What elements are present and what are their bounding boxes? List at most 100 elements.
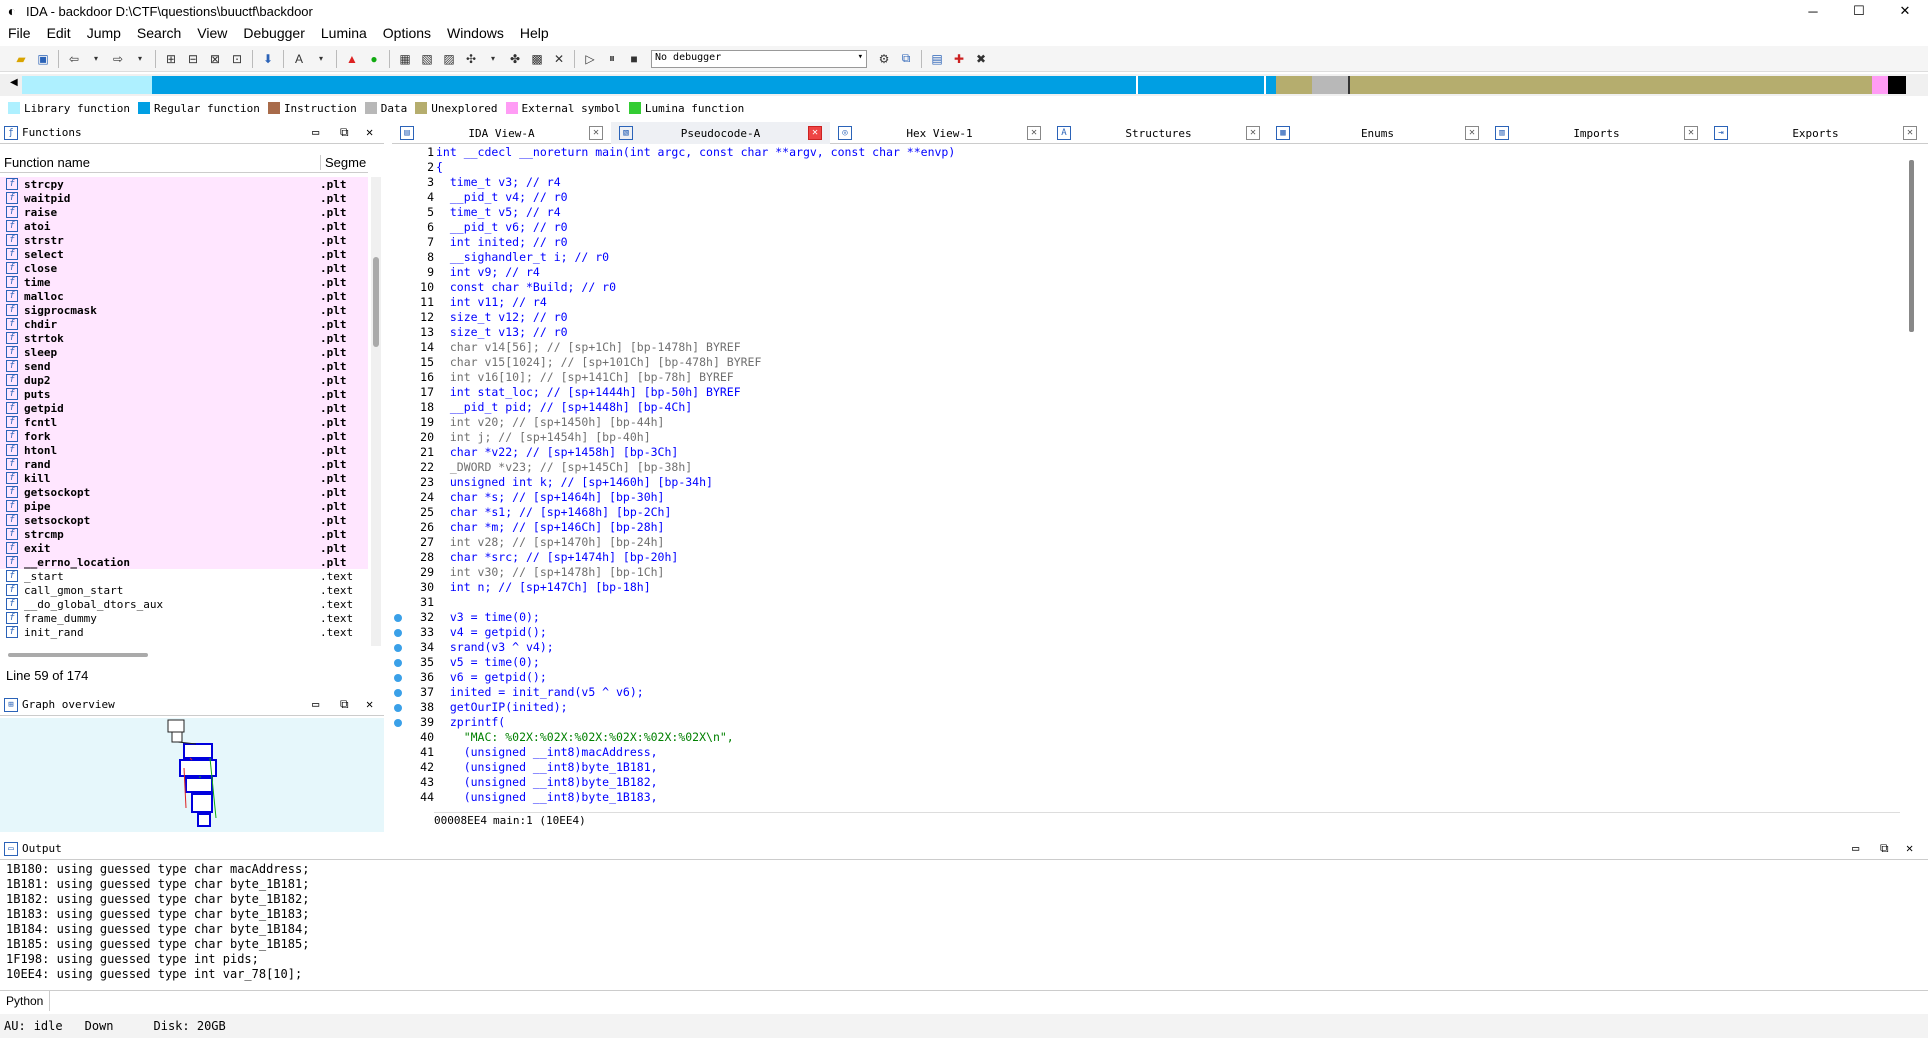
- code-line[interactable]: 1 int __cdecl __noreturn main(int argc, c…: [392, 145, 1900, 160]
- scrollbar-thumb[interactable]: [373, 257, 379, 347]
- tab-exports[interactable]: ⇥ Exports ✕: [1706, 122, 1925, 144]
- tab-ida-view-a[interactable]: ▤ IDA View-A ✕: [392, 122, 611, 144]
- function-row[interactable]: f __errno_location .plt: [0, 555, 368, 569]
- pane-close-icon[interactable]: ✕: [1906, 841, 1913, 855]
- code-line[interactable]: 41 (unsigned __int8)macAddress,: [392, 745, 1900, 760]
- breakpoint-dot-icon[interactable]: [394, 719, 402, 727]
- flowchart-icon[interactable]: ▧: [417, 49, 437, 69]
- function-row[interactable]: f kill .plt: [0, 471, 368, 485]
- menu-file[interactable]: File: [0, 25, 39, 41]
- function-row[interactable]: f dup2 .plt: [0, 373, 368, 387]
- pane-restore-icon[interactable]: ▭: [1852, 841, 1859, 855]
- format-dropdown-icon[interactable]: ▾: [311, 49, 331, 69]
- save-icon[interactable]: ▣: [33, 49, 53, 69]
- code-line[interactable]: 35 v5 = time(0);: [392, 655, 1900, 670]
- pane-restore-icon[interactable]: ▭: [312, 697, 319, 711]
- function-row[interactable]: f send .plt: [0, 359, 368, 373]
- code-line[interactable]: 18 __pid_t pid; // [sp+1448h] [bp-4Ch]: [392, 400, 1900, 415]
- code-line[interactable]: 9 int v9; // r4: [392, 265, 1900, 280]
- function-row[interactable]: f atoi .plt: [0, 219, 368, 233]
- pane-float-icon[interactable]: ⧉: [1880, 841, 1889, 856]
- code-line[interactable]: 37 inited = init_rand(v5 ^ v6);: [392, 685, 1900, 700]
- breakpoint-dot-icon[interactable]: [394, 614, 402, 622]
- breakpoint-dot-icon[interactable]: [394, 674, 402, 682]
- code-line[interactable]: 22 _DWORD *v23; // [sp+145Ch] [bp-38h]: [392, 460, 1900, 475]
- code-line[interactable]: 23 unsigned int k; // [sp+1460h] [bp-34h…: [392, 475, 1900, 490]
- function-row[interactable]: f time .plt: [0, 275, 368, 289]
- language-button[interactable]: Python: [0, 990, 51, 1011]
- breakpoint-dot-icon[interactable]: [394, 704, 402, 712]
- function-row[interactable]: f _start .text: [0, 569, 368, 583]
- tab-close-icon[interactable]: ✕: [589, 126, 603, 140]
- function-row[interactable]: f waitpid .plt: [0, 191, 368, 205]
- code-line[interactable]: 12 size_t v12; // r0: [392, 310, 1900, 325]
- code-line[interactable]: 5 time_t v5; // r4: [392, 205, 1900, 220]
- code-line[interactable]: 14 char v14[56]; // [sp+1Ch] [bp-1478h] …: [392, 340, 1900, 355]
- function-row[interactable]: f malloc .plt: [0, 289, 368, 303]
- maximize-button[interactable]: ☐: [1836, 0, 1882, 22]
- function-row[interactable]: f strcpy .plt: [0, 177, 368, 191]
- code-line[interactable]: 43 (unsigned __int8)byte_1B182,: [392, 775, 1900, 790]
- code-line[interactable]: 27 int v28; // [sp+1470h] [bp-24h]: [392, 535, 1900, 550]
- function-row[interactable]: f strcmp .plt: [0, 527, 368, 541]
- function-row[interactable]: f puts .plt: [0, 387, 368, 401]
- function-row[interactable]: f exit .plt: [0, 541, 368, 555]
- function-row[interactable]: f sigprocmask .plt: [0, 303, 368, 317]
- function-row[interactable]: f getpid .plt: [0, 401, 368, 415]
- tab-close-icon[interactable]: ✕: [808, 126, 822, 140]
- code-line[interactable]: 34 srand(v3 ^ v4);: [392, 640, 1900, 655]
- pane-float-icon[interactable]: ⧉: [340, 125, 349, 140]
- graph-dropdown-icon[interactable]: ▾: [483, 49, 503, 69]
- xrefs-icon[interactable]: ▨: [439, 49, 459, 69]
- debugger-select[interactable]: No debugger ▾: [651, 49, 867, 68]
- forward-arrow-icon[interactable]: ⇨: [108, 49, 128, 69]
- code-line[interactable]: 31: [392, 595, 1900, 610]
- code-line[interactable]: 11 int v11; // r4: [392, 295, 1900, 310]
- code-line[interactable]: 7 int inited; // r0: [392, 235, 1900, 250]
- jump-down-icon[interactable]: ⬇: [258, 49, 278, 69]
- col-segment[interactable]: Segme: [320, 155, 366, 170]
- function-row[interactable]: f __do_global_dtors_aux .text: [0, 597, 368, 611]
- code-line[interactable]: 29 int v30; // [sp+1478h] [bp-1Ch]: [392, 565, 1900, 580]
- code-line[interactable]: 28 char *src; // [sp+1474h] [bp-20h]: [392, 550, 1900, 565]
- tab-hex-view-1[interactable]: ◎ Hex View-1 ✕: [830, 122, 1049, 144]
- pause-process-icon[interactable]: ⏸: [602, 49, 622, 69]
- proximity-icon[interactable]: ✤: [505, 49, 525, 69]
- function-row[interactable]: f frame_dummy .text: [0, 611, 368, 625]
- output-log[interactable]: 1B180: using guessed type char macAddres…: [0, 862, 1910, 986]
- code-line[interactable]: 24 char *s; // [sp+1464h] [bp-30h]: [392, 490, 1900, 505]
- minimize-button[interactable]: ─: [1790, 0, 1836, 22]
- function-row[interactable]: f htonl .plt: [0, 443, 368, 457]
- close-button[interactable]: ✕: [1882, 0, 1928, 22]
- function-row[interactable]: f sleep .plt: [0, 345, 368, 359]
- code-line[interactable]: 25 char *s1; // [sp+1468h] [bp-2Ch]: [392, 505, 1900, 520]
- graph-icon[interactable]: ▦: [395, 49, 415, 69]
- menu-options[interactable]: Options: [375, 25, 439, 41]
- function-row[interactable]: f strstr .plt: [0, 233, 368, 247]
- search-text-icon[interactable]: ⊟: [183, 49, 203, 69]
- analysis-icon[interactable]: ▲: [342, 49, 362, 69]
- graph-overview[interactable]: [0, 718, 384, 832]
- code-line[interactable]: 20 int j; // [sp+1454h] [bp-40h]: [392, 430, 1900, 445]
- breakpoint-dot-icon[interactable]: [394, 659, 402, 667]
- function-row[interactable]: f getsockopt .plt: [0, 485, 368, 499]
- code-scrollbar[interactable]: [1906, 160, 1916, 810]
- code-line[interactable]: 15 char v15[1024]; // [sp+101Ch] [bp-478…: [392, 355, 1900, 370]
- menu-debugger[interactable]: Debugger: [235, 25, 313, 41]
- tab-close-icon[interactable]: ✕: [1903, 126, 1917, 140]
- function-row[interactable]: f close .plt: [0, 261, 368, 275]
- green-circle-icon[interactable]: ●: [364, 49, 384, 69]
- menu-help[interactable]: Help: [512, 25, 557, 41]
- back-dropdown-icon[interactable]: ▾: [86, 49, 106, 69]
- function-row[interactable]: f chdir .plt: [0, 317, 368, 331]
- code-line[interactable]: 39 zprintf(: [392, 715, 1900, 730]
- code-line[interactable]: 17 int stat_loc; // [sp+1444h] [bp-50h] …: [392, 385, 1900, 400]
- function-calls-icon[interactable]: ▩: [527, 49, 547, 69]
- back-arrow-icon[interactable]: ⇦: [64, 49, 84, 69]
- functions-hscrollbar[interactable]: [0, 652, 380, 658]
- add-breakpoint-icon[interactable]: ✚: [949, 49, 969, 69]
- col-function-name[interactable]: Function name: [0, 155, 320, 170]
- cross-icon[interactable]: ✕: [549, 49, 569, 69]
- forward-dropdown-icon[interactable]: ▾: [130, 49, 150, 69]
- code-line[interactable]: 21 char *v22; // [sp+1458h] [bp-3Ch]: [392, 445, 1900, 460]
